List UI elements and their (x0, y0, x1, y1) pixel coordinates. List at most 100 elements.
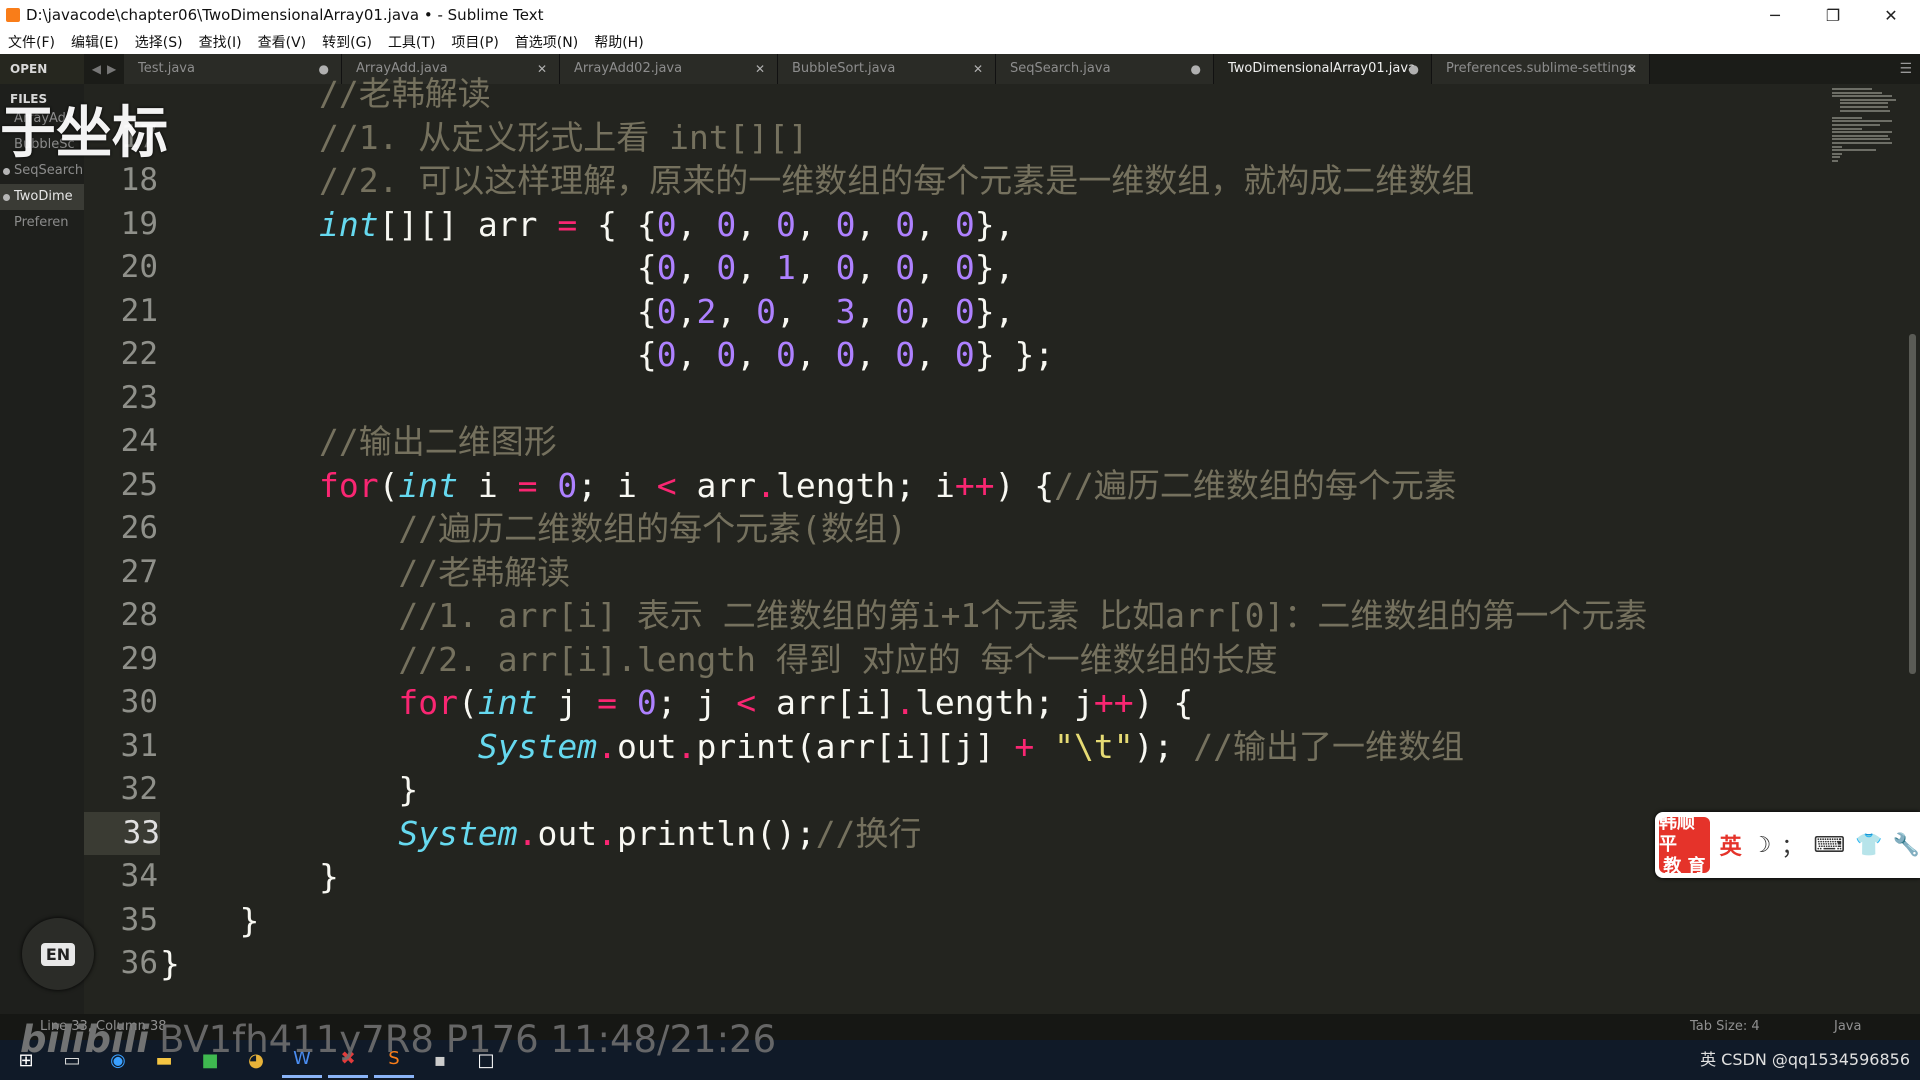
syntax-mode[interactable]: Java (1834, 1014, 1861, 1040)
code-text: //遍历二维数组的每个元素(数组) (398, 509, 907, 548)
editor-tab[interactable]: SeqSearch.java ● (996, 54, 1214, 84)
minimap-line (1832, 138, 1890, 141)
code-text: //2. 可以这样理解，原来的一维数组的每个元素是一维数组，就构成二维数组 (318, 161, 1475, 200)
line-number: 29 (120, 640, 158, 677)
code-text: for(int j = 0; j < arr[i].length; j++) { (398, 683, 1194, 722)
window-controls: ─ ❐ ✕ (1746, 0, 1920, 30)
sidebar-file-label: TwoDime (14, 189, 73, 204)
ime-language-toggle[interactable]: 英 (1720, 829, 1742, 861)
menu-item[interactable]: 工具(T) (380, 32, 443, 52)
editor-tab[interactable]: BubbleSort.java ✕ (778, 54, 996, 84)
minimap-line (1832, 152, 1842, 155)
system-tray[interactable]: 英 CSDN @qq1534596856 (1700, 1040, 1910, 1080)
line-number: 34 (120, 858, 158, 894)
ime-toolbar[interactable]: 韩顺平 教 育 英 ☽ ； ⌨ 👕 🔧 (1655, 812, 1920, 878)
tab-close-icon[interactable]: ✕ (755, 54, 765, 84)
menu-item[interactable]: 编辑(E) (63, 32, 127, 52)
logo-line2: 教 育 (1663, 856, 1706, 877)
menu-item[interactable]: 查找(I) (191, 32, 250, 52)
code-text: //1. arr[i] 表示 二维数组的第i+1个元素 比如arr[0]：二维数… (398, 596, 1648, 635)
code-text: //输出二维图形 (318, 422, 557, 461)
tab-label: ArrayAdd02.java (574, 61, 683, 76)
menu-item[interactable]: 帮助(H) (586, 32, 651, 52)
line-number: 30 (120, 684, 158, 720)
line-number: 35 (120, 901, 158, 938)
line-number: 32 (120, 771, 158, 807)
sidebar: OPEN FILES ArrayAdd BubbleSc SeqSearch TwoD… (0, 54, 84, 1014)
line-gutter: 17 18 19 20 21 22 23 24 25 26 27 28 29 30 31 32 33 34 35 36 (84, 84, 160, 1014)
open-files-header: OPEN FILES (0, 54, 84, 106)
menu-item[interactable]: 项目(P) (443, 32, 506, 52)
code-text: } (160, 770, 419, 809)
line-number: 28 (120, 597, 158, 633)
editor-tab[interactable]: ArrayAdd02.java ✕ (560, 54, 778, 84)
minimap-line (1840, 102, 1888, 105)
line-number: 33 (84, 811, 160, 855)
code-text: System.out.print(arr[i][j] + "\t"); //输出… (477, 726, 1464, 766)
window-title: D:\javacode\chapter06\TwoDimensionalArra… (26, 6, 544, 24)
line-number: 26 (120, 510, 158, 546)
unsaved-dot-icon (3, 168, 10, 175)
minimap-line (1832, 120, 1892, 123)
menu-item[interactable]: 查看(V) (250, 32, 315, 52)
line-number: 23 (120, 379, 158, 416)
menu-item[interactable]: 文件(F) (0, 32, 63, 52)
title-bar: D:\javacode\chapter06\TwoDimensionalArra… (0, 0, 1920, 30)
skin-icon[interactable]: 👕 (1855, 833, 1882, 858)
minimize-button[interactable]: ─ (1746, 0, 1804, 30)
editor-tab[interactable]: Preferences.sublime-settings ✕ (1432, 54, 1650, 84)
video-id-watermark: bilibili BV1fh411y7R8 P176 11:48/21:26 (20, 1018, 776, 1061)
restore-button[interactable]: ❐ (1804, 0, 1862, 30)
minimap-line (1840, 106, 1888, 108)
editor-tab[interactable]: TwoDimensionalArray01.java ● (1214, 54, 1432, 84)
line-number: 36 (120, 945, 158, 981)
sidebar-file[interactable]: TwoDime (0, 184, 84, 210)
minimap-line (1832, 160, 1838, 162)
tab-label: Preferences.sublime-settings (1446, 61, 1635, 76)
code-text: } (160, 857, 339, 896)
code-text: {0, 0, 0, 0, 0, 0} }; (160, 335, 1055, 374)
tab-close-icon[interactable]: ✕ (973, 54, 983, 84)
tool-icon[interactable]: 🔧 (1893, 833, 1920, 858)
video-id-text: BV1fh411y7R8 P176 11:48/21:26 (159, 1018, 777, 1061)
code-area[interactable]: //老韩解读 //1. 从定义形式上看 int[][] //2. 可以这样理解，… (160, 74, 1904, 1014)
minimap[interactable] (1820, 84, 1904, 174)
menu-item[interactable]: 首选项(N) (507, 32, 586, 52)
moon-icon[interactable]: ☽ (1752, 833, 1772, 858)
sublime-app-icon (6, 8, 20, 22)
code-text: } (160, 944, 180, 983)
bilibili-logo: bilibili (20, 1018, 150, 1061)
code-text: //2. arr[i].length 得到 对应的 每个一维数组的长度 (398, 639, 1278, 679)
keyboard-icon[interactable]: ⌨ (1813, 833, 1845, 858)
tab-menu-icon[interactable]: ☰ (1899, 54, 1912, 84)
code-text: int[][] arr = { {0, 0, 0, 0, 0, 0}, (318, 204, 1015, 244)
tab-close-icon[interactable]: ✕ (1627, 54, 1637, 84)
minimap-line (1832, 142, 1892, 144)
code-text: } (160, 900, 260, 940)
code-text: //1. 从定义形式上看 int[][] (318, 117, 809, 157)
en-label: EN (40, 942, 76, 966)
menu-item[interactable]: 选择(S) (127, 32, 191, 52)
unsaved-dot-icon[interactable]: ● (1409, 54, 1419, 84)
code-text: //老韩解读 (318, 74, 491, 113)
close-button[interactable]: ✕ (1862, 0, 1920, 30)
punctuation-toggle[interactable]: ； (1781, 829, 1803, 861)
minimap-line (1832, 145, 1842, 148)
unsaved-dot-icon[interactable]: ● (1191, 54, 1201, 84)
sidebar-file[interactable]: Preferen (0, 210, 84, 236)
minimap-line (1832, 127, 1862, 130)
scroll-thumb[interactable] (1909, 334, 1916, 674)
tab-size[interactable]: Tab Size: 4 (1690, 1014, 1760, 1040)
tab-label: SeqSearch.java (1010, 61, 1111, 76)
minimap-line (1832, 88, 1872, 90)
minimap-line (1832, 156, 1840, 159)
line-number: 31 (120, 727, 158, 764)
input-language-badge[interactable]: EN (22, 918, 94, 990)
menu-item[interactable]: 转到(G) (314, 32, 380, 52)
code-text: {0,2, 0, 3, 0, 0}, (160, 291, 1015, 331)
line-number: 20 (120, 249, 158, 285)
line-number: 27 (120, 553, 158, 590)
tab-close-icon[interactable]: ✕ (537, 54, 547, 84)
code-editor[interactable]: 17 18 19 20 21 22 23 24 25 26 27 28 29 30 31 32 33 34 35 36… (84, 74, 1904, 1014)
tab-label: BubbleSort.java (792, 61, 896, 76)
